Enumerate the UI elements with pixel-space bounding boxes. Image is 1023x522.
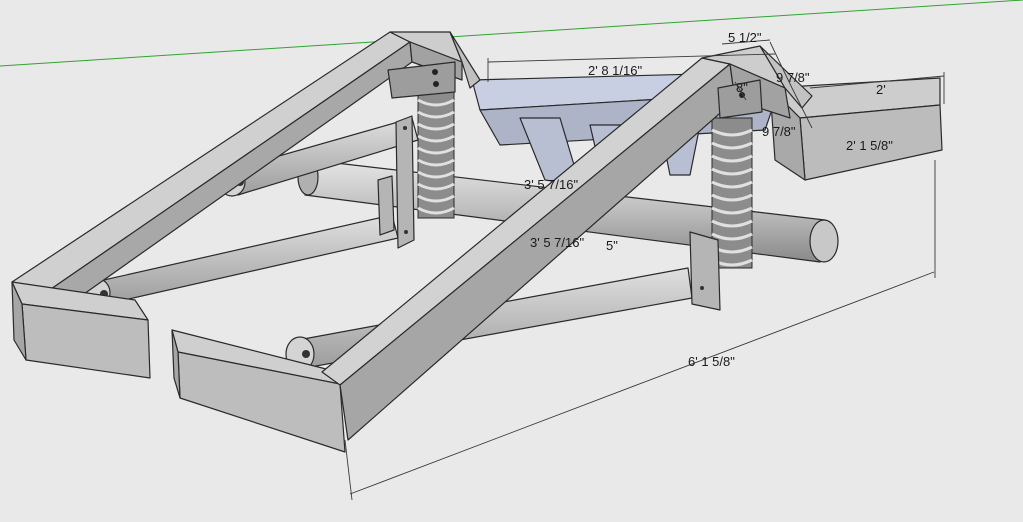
rear-depth-label: 2' 1 5/8" [846, 138, 893, 153]
axle-length-label: 3' 5 7/16" [524, 177, 578, 192]
small-offset-label: 5" [606, 238, 618, 253]
axle-bracket-mid [377, 175, 395, 236]
left-coil-spring [417, 87, 455, 219]
overall-length-label: 6' 1 5/8" [688, 354, 735, 369]
crossmember-width-label: 2' 8 1/16" [588, 63, 642, 78]
rear-width-label: 2' [876, 82, 886, 97]
axle-bracket-right [689, 231, 721, 311]
height-lower-label: 9 7/8" [762, 124, 796, 139]
bracket-label: 8" [736, 80, 748, 95]
axle-bracket-left [395, 115, 415, 249]
green-axis-line [0, 0, 1023, 67]
lower-span-label: 3' 5 7/16" [530, 235, 584, 250]
top-width-label: 5 1/2" [728, 30, 762, 45]
height-upper-label: 9 7/8" [776, 70, 810, 85]
cad-viewport[interactable]: 6' 1 5/8" 2' 8 1/16" 3' 5 7/16" 3' 5 7/1… [0, 0, 1023, 522]
